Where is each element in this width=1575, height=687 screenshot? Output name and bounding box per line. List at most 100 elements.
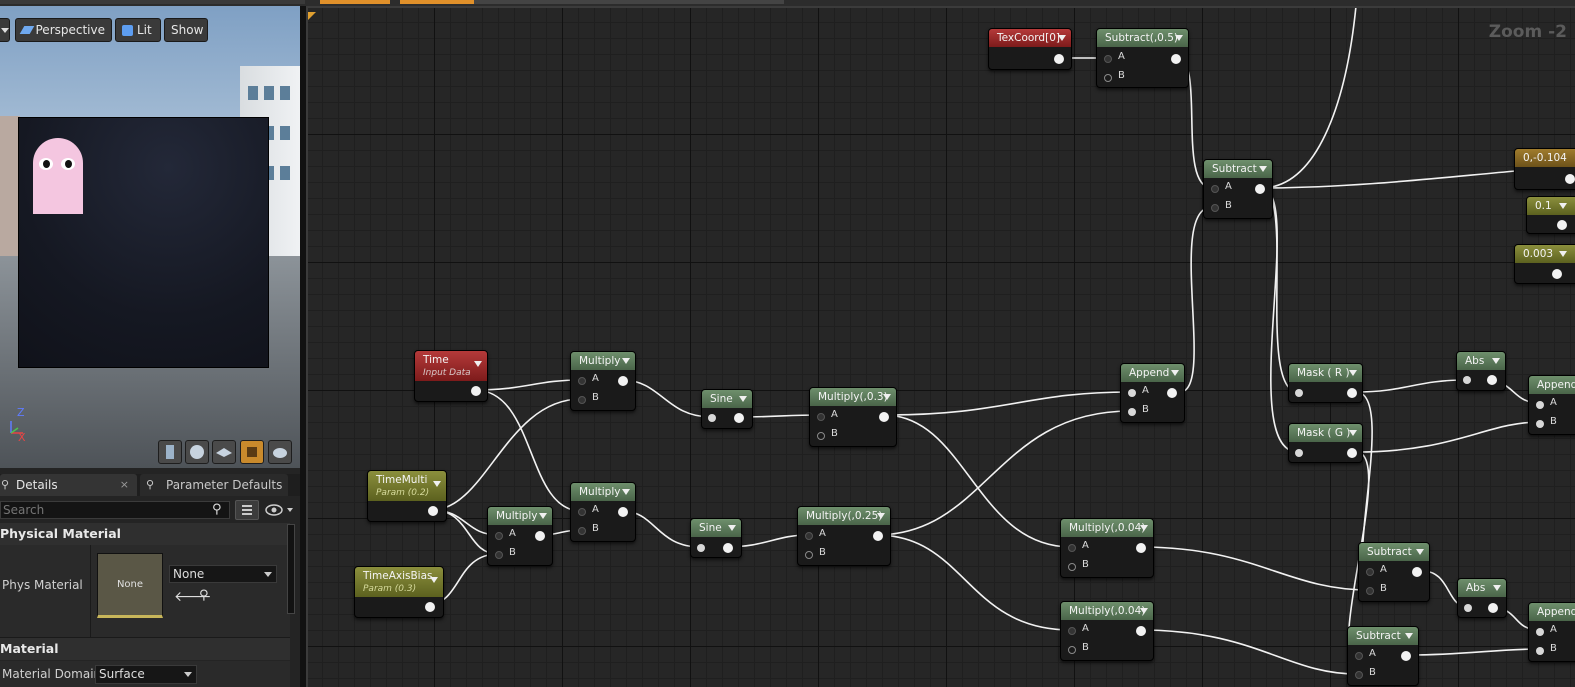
output-pin[interactable]: [1136, 626, 1146, 636]
output-pin[interactable]: [1255, 184, 1265, 194]
output-pin[interactable]: [1171, 54, 1181, 64]
input-pin-a[interactable]: [817, 413, 825, 421]
output-pin[interactable]: [879, 412, 889, 422]
output-pin[interactable]: [471, 386, 481, 396]
node-mask-r[interactable]: Mask ( R ): [1288, 363, 1363, 403]
output-pin[interactable]: [618, 376, 628, 386]
output-pin[interactable]: [1488, 603, 1498, 613]
node-subtract-main[interactable]: Subtract A B: [1203, 159, 1273, 219]
node-constant-0-003[interactable]: 0.003: [1514, 244, 1575, 284]
preview-cube-button[interactable]: [240, 440, 264, 464]
input-pin-a[interactable]: [1068, 544, 1076, 552]
output-pin[interactable]: [1054, 54, 1064, 64]
tab-details[interactable]: Details × ⚲: [0, 474, 137, 496]
node-subtract-0-5[interactable]: Subtract(,0.5) A B: [1096, 28, 1189, 88]
node-abs-2[interactable]: Abs: [1457, 578, 1507, 618]
input-pin-b[interactable]: [1366, 587, 1374, 595]
node-subtract-2[interactable]: Subtract A B: [1358, 542, 1430, 602]
input-pin[interactable]: [1295, 449, 1303, 457]
input-pin-a[interactable]: [1366, 568, 1374, 576]
input-pin-b[interactable]: [805, 551, 813, 559]
output-pin[interactable]: [1565, 174, 1575, 184]
input-pin-a[interactable]: [495, 532, 503, 540]
node-append-right-2[interactable]: Append A B: [1528, 602, 1575, 662]
material-domain-combo[interactable]: Surface: [95, 665, 197, 684]
output-pin[interactable]: [1347, 388, 1357, 398]
details-search-input[interactable]: [0, 501, 230, 519]
node-multiply-1[interactable]: Multiply A B: [570, 351, 636, 411]
node-sine-2[interactable]: Sine: [690, 518, 742, 558]
tab-parameter-defaults[interactable]: ⚲ Parameter Defaults: [140, 474, 288, 496]
node-multiply-0-3[interactable]: Multiply(,0.3) A B: [809, 387, 897, 447]
perspective-button[interactable]: Perspective: [15, 18, 112, 42]
physical-material-section-header[interactable]: Physical Material: [0, 523, 290, 545]
property-matrix-button[interactable]: [235, 500, 259, 520]
node-multiply-3[interactable]: Multiply A B: [570, 482, 636, 542]
node-timeaxisbias[interactable]: TimeAxisBias Param (0.3): [354, 566, 444, 618]
node-multiply-0-04-b[interactable]: Multiply(,0.04) A B: [1060, 601, 1154, 661]
visibility-options-button[interactable]: [263, 502, 297, 518]
node-abs-1[interactable]: Abs: [1456, 351, 1506, 391]
input-pin[interactable]: [1464, 604, 1472, 612]
input-pin[interactable]: [697, 544, 705, 552]
node-time[interactable]: Time Input Data: [414, 350, 488, 402]
node-multiply-2[interactable]: Multiply A B: [487, 506, 553, 566]
node-constant-0-neg0-104[interactable]: 0,-0.104: [1514, 148, 1575, 190]
output-pin[interactable]: [1401, 651, 1411, 661]
input-pin-a[interactable]: [1104, 55, 1112, 63]
output-pin[interactable]: [425, 602, 435, 612]
input-pin-b[interactable]: [1211, 204, 1219, 212]
scrollbar-track[interactable]: [287, 524, 295, 614]
output-pin[interactable]: [1552, 269, 1562, 279]
output-pin[interactable]: [428, 506, 438, 516]
input-pin-a[interactable]: [1128, 389, 1136, 397]
node-multiply-0-04-a[interactable]: Multiply(,0.04) A B: [1060, 518, 1154, 578]
preview-viewport[interactable]: Perspective Lit Show Z X: [0, 6, 300, 468]
input-pin-a[interactable]: [578, 377, 586, 385]
input-pin-b[interactable]: [578, 396, 586, 404]
toolbar-strip-tab-1[interactable]: [320, 0, 390, 4]
input-pin-b[interactable]: [1068, 646, 1076, 654]
output-pin[interactable]: [535, 531, 545, 541]
material-graph-canvas[interactable]: Zoom -2 TexCoord[0] Subtract(,0.5) A B S…: [306, 6, 1575, 687]
browse-search-icon[interactable]: ⚲: [199, 588, 209, 603]
input-pin-b[interactable]: [1536, 420, 1544, 428]
node-texcoord[interactable]: TexCoord[0]: [988, 28, 1072, 70]
output-pin[interactable]: [1167, 388, 1177, 398]
input-pin-a[interactable]: [1068, 627, 1076, 635]
output-pin[interactable]: [1557, 220, 1567, 230]
input-pin-b[interactable]: [1355, 671, 1363, 679]
show-button[interactable]: Show: [164, 18, 208, 42]
material-section-header[interactable]: Material: [0, 638, 290, 660]
viewport-options-button[interactable]: [0, 18, 10, 42]
output-pin[interactable]: [618, 507, 628, 517]
node-append-1[interactable]: Append A B: [1120, 363, 1185, 423]
input-pin-a[interactable]: [805, 532, 813, 540]
node-mask-g[interactable]: Mask ( G ): [1288, 423, 1363, 463]
output-pin[interactable]: [1412, 567, 1422, 577]
preview-custom-mesh-button[interactable]: [268, 440, 292, 464]
output-pin[interactable]: [734, 413, 744, 423]
lit-button[interactable]: Lit: [115, 18, 161, 42]
phys-material-combo[interactable]: None: [169, 565, 277, 583]
input-pin-a[interactable]: [1211, 185, 1219, 193]
input-pin-b[interactable]: [1128, 408, 1136, 416]
node-multiply-0-25[interactable]: Multiply(,0.25) A B: [797, 506, 891, 566]
input-pin-b[interactable]: [1536, 647, 1544, 655]
output-pin[interactable]: [1136, 543, 1146, 553]
input-pin-b[interactable]: [578, 527, 586, 535]
input-pin-b[interactable]: [1104, 74, 1112, 82]
output-pin[interactable]: [1347, 448, 1357, 458]
input-pin-a[interactable]: [1355, 652, 1363, 660]
preview-sphere-button[interactable]: [185, 440, 209, 464]
preview-plane-button[interactable]: [212, 440, 236, 464]
input-pin[interactable]: [708, 414, 716, 422]
node-sine-1[interactable]: Sine: [701, 389, 753, 429]
node-constant-0-1[interactable]: 0.1: [1526, 196, 1575, 234]
node-subtract-3[interactable]: Subtract A B: [1347, 626, 1419, 686]
input-pin-b[interactable]: [495, 551, 503, 559]
input-pin[interactable]: [1295, 389, 1303, 397]
output-pin[interactable]: [1487, 375, 1497, 385]
close-icon[interactable]: ×: [120, 474, 129, 496]
output-pin[interactable]: [723, 543, 733, 553]
